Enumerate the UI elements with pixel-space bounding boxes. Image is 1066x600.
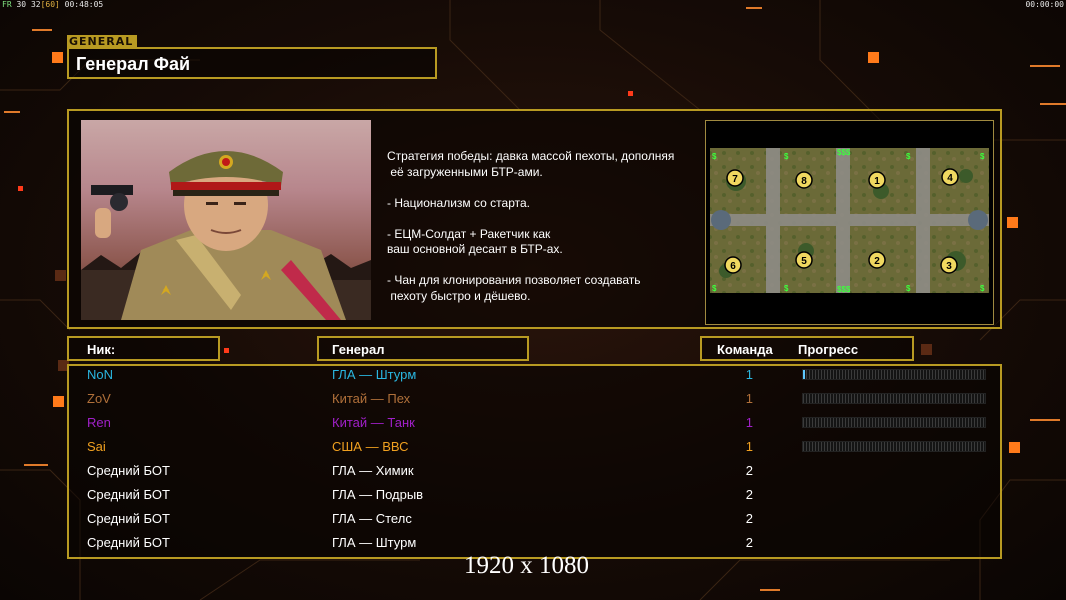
right-clock: 00:00:00 — [1025, 0, 1064, 9]
svg-text:$$$: $$$ — [837, 148, 851, 157]
player-team: 2 — [745, 535, 753, 550]
svg-text:$: $ — [980, 284, 985, 293]
minimap-icon: 7 8 1 4 6 5 2 3 $$$ $$$ $ $ $ $ $ $ $ $ — [705, 120, 994, 325]
general-info-panel: Стратегия победы: давка массой пехоты, д… — [67, 109, 1002, 329]
player-team: 1 — [745, 367, 753, 382]
player-nick: Ren — [87, 415, 111, 430]
general-name-panel: Генерал Фай — [67, 47, 437, 79]
general-name: Генерал Фай — [76, 54, 191, 74]
player-team: 1 — [745, 439, 753, 454]
svg-text:$: $ — [906, 284, 911, 293]
player-team: 2 — [745, 511, 753, 526]
nick-header-label: Ник: — [87, 342, 116, 357]
player-progress-bar — [802, 369, 986, 380]
player-nick: Средний БОТ — [87, 487, 170, 502]
player-general: ГЛА — Штурм — [332, 367, 417, 382]
player-progress-bar — [802, 417, 986, 428]
player-general: ГЛА — Химик — [332, 463, 414, 478]
svg-text:3: 3 — [946, 261, 952, 272]
svg-text:5: 5 — [801, 256, 807, 267]
strategy-text: Стратегия победы: давка массой пехоты, д… — [387, 149, 675, 303]
fps-cap: [60] — [40, 0, 60, 9]
svg-text:$: $ — [712, 284, 717, 293]
fps-value: 30 — [16, 0, 27, 9]
svg-text:2: 2 — [874, 256, 880, 267]
general-header: Генерал — [317, 336, 529, 361]
player-team: 1 — [745, 415, 753, 430]
fps-extra: 32 — [30, 0, 41, 9]
player-progress-bar — [802, 393, 986, 404]
svg-text:$: $ — [784, 152, 789, 161]
player-team: 1 — [745, 391, 753, 406]
fps-counter: FR 30 32[60] 00:48:05 — [2, 0, 103, 9]
player-general: ГЛА — Штурм — [332, 535, 417, 550]
player-nick: NoN — [87, 367, 114, 382]
nick-header: Ник: — [67, 336, 220, 361]
player-nick: Средний БОТ — [87, 511, 170, 526]
fps-label: FR — [2, 0, 12, 9]
player-general: Китай — Пех — [332, 391, 411, 406]
player-nick: ZoV — [87, 391, 111, 406]
general-header-label: Генерал — [332, 342, 385, 357]
player-general: Китай — Танк — [332, 415, 415, 430]
resolution-label: 1920 x 1080 — [464, 552, 589, 579]
general-portrait-icon — [81, 120, 371, 320]
player-progress-bar — [802, 441, 986, 452]
svg-text:$: $ — [784, 284, 789, 293]
players-list: NoN ГЛА — Штурм 1 ZoV Китай — Пех 1 Ren … — [67, 364, 1002, 559]
player-team: 2 — [745, 463, 753, 478]
svg-text:7: 7 — [732, 174, 738, 185]
svg-text:4: 4 — [947, 173, 953, 184]
svg-text:$: $ — [712, 152, 717, 161]
svg-text:$$$: $$$ — [837, 285, 851, 294]
progress-fill — [803, 370, 805, 379]
team-header-label: Команда — [717, 342, 773, 357]
svg-text:$: $ — [906, 152, 911, 161]
player-nick: Средний БОТ — [87, 463, 170, 478]
player-nick: Sai — [87, 439, 106, 454]
svg-text:1: 1 — [874, 176, 880, 187]
player-team: 2 — [745, 487, 753, 502]
player-general: США — ВВС — [332, 439, 409, 454]
team-progress-header: Команда Прогресс — [700, 336, 914, 361]
player-general: ГЛА — Подрыв — [332, 487, 424, 502]
progress-header-label: Прогресс — [798, 342, 859, 357]
player-general: ГЛА — Стелс — [332, 511, 412, 526]
game-clock: 00:48:05 — [64, 0, 104, 9]
svg-text:$: $ — [980, 152, 985, 161]
player-nick: Средний БОТ — [87, 535, 170, 550]
svg-text:8: 8 — [801, 176, 807, 187]
svg-text:6: 6 — [730, 261, 736, 272]
